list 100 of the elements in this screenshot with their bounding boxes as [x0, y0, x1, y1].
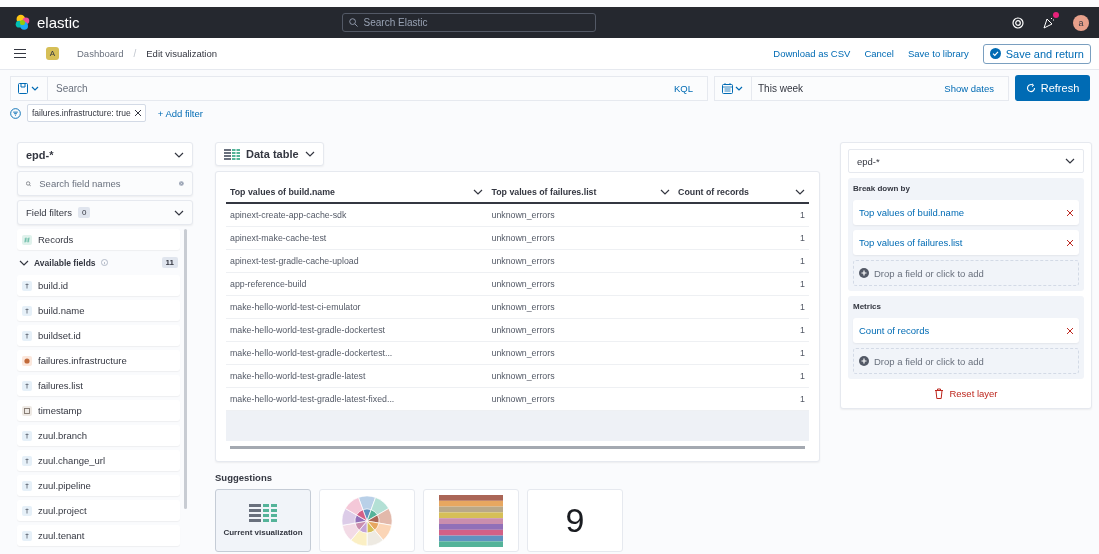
field-search-input[interactable]: Search field names — [37, 177, 174, 190]
field-filters-dropdown[interactable]: Field filters 0 — [17, 200, 193, 225]
field-item[interactable]: failures.infrastructure — [17, 350, 180, 371]
help-icon[interactable] — [1012, 16, 1024, 29]
table-cell: make-hello-world-test-gradle-latest-fixed... — [226, 387, 488, 411]
metric-value: 9 — [565, 501, 585, 540]
remove-icon[interactable] — [1067, 209, 1073, 216]
chevron-down-icon — [174, 209, 184, 216]
plus-icon — [859, 268, 869, 278]
stacked-bar-thumbnail — [439, 494, 503, 547]
section-title: Suggestions — [215, 472, 273, 483]
chevron-down-icon — [19, 259, 29, 266]
menu-icon[interactable] — [14, 49, 26, 58]
index-pattern-select[interactable]: epd-* — [17, 142, 193, 167]
string-type-icon — [22, 480, 32, 491]
info-icon — [100, 259, 108, 266]
suggestion-card[interactable]: Current visualization — [215, 489, 311, 552]
query-language-link[interactable]: KQL — [668, 81, 699, 95]
suggestion-card[interactable] — [423, 489, 519, 552]
suggestion-card[interactable]: 9 — [527, 489, 623, 552]
table-cell: 1 — [674, 295, 809, 319]
search-field[interactable]: Search Elastic — [341, 13, 596, 32]
string-type-icon — [22, 280, 32, 291]
field-item[interactable]: buildset.id — [17, 325, 180, 346]
field-item[interactable]: Records — [17, 229, 180, 250]
table-cell: make-hello-world-test-ci-emulator — [226, 295, 488, 319]
string-type-icon — [22, 430, 32, 441]
string-type-icon — [22, 505, 32, 516]
scrollbar[interactable] — [230, 446, 805, 449]
table-cell: unknown_errors — [487, 364, 675, 388]
search-icon — [26, 178, 32, 189]
section-title[interactable]: Available fields — [34, 257, 96, 268]
calendar-icon[interactable] — [722, 82, 744, 94]
elastic-logo-icon — [14, 14, 31, 31]
header-link[interactable]: Download as CSV — [773, 48, 851, 59]
breadcrumb[interactable]: Dashboard — [77, 48, 124, 59]
field-item[interactable]: build.id — [17, 275, 180, 296]
suggestion-card[interactable] — [319, 489, 415, 552]
header-link[interactable]: Cancel — [864, 48, 894, 59]
string-type-icon — [22, 530, 32, 541]
scrollbar[interactable] — [184, 229, 187, 509]
check-icon — [989, 48, 1001, 59]
query-bar[interactable]: Search KQL — [10, 75, 708, 101]
table-cell: unknown_errors — [487, 226, 675, 250]
group-title: Metrics — [853, 301, 882, 313]
table-cell: unknown_errors — [487, 387, 675, 411]
table-cell: 1 — [674, 272, 809, 296]
user-avatar[interactable]: a — [1073, 14, 1089, 31]
chart-type-dropdown[interactable]: Data table — [215, 142, 324, 166]
column-header[interactable]: Count of records — [674, 182, 809, 203]
save-and-return-button[interactable]: Save and return — [982, 43, 1091, 64]
close-icon[interactable] — [134, 110, 141, 116]
reset-layer-button[interactable]: Reset layer — [928, 387, 1004, 400]
add-field-button[interactable]: Drop a field or click to add — [853, 348, 1079, 374]
time-range: This week — [757, 82, 804, 94]
table-cell: 1 — [674, 226, 809, 250]
group-title: Break down by — [853, 183, 911, 195]
date-type-icon — [22, 405, 32, 416]
index-pattern-select[interactable]: epd-* — [848, 149, 1084, 173]
remove-icon[interactable] — [1067, 327, 1073, 334]
filter-icon[interactable] — [10, 107, 21, 119]
table-cell: unknown_errors — [487, 203, 675, 227]
add-filter-link[interactable]: + Add filter — [151, 106, 209, 120]
table-icon — [249, 504, 277, 522]
number-type-icon — [22, 234, 32, 245]
field-item[interactable]: timestamp — [17, 400, 180, 421]
chevron-down-icon — [174, 151, 184, 158]
field-item[interactable]: zuul.branch — [17, 425, 180, 446]
table-cell: unknown_errors — [487, 295, 675, 319]
saved-query-icon[interactable] — [18, 82, 40, 94]
field-item[interactable]: zuul.project — [17, 500, 180, 521]
string-type-icon — [22, 455, 32, 466]
add-field-button[interactable]: Drop a field or click to add — [853, 260, 1079, 286]
field-item[interactable]: failures.list — [17, 375, 180, 396]
show-dates-link[interactable]: Show dates — [938, 81, 1000, 95]
field-item[interactable]: build.name — [17, 300, 180, 321]
remove-icon[interactable] — [1067, 239, 1073, 246]
dimension-link[interactable]: Count of records — [859, 325, 930, 336]
sort-icon — [473, 189, 484, 195]
table-cell: apinext-create-app-cache-sdk — [226, 203, 488, 227]
field-item[interactable]: zuul.tenant — [17, 525, 180, 546]
column-header[interactable]: Top values of build.name — [226, 182, 488, 203]
plus-icon — [859, 356, 869, 366]
header-link[interactable]: Save to library — [908, 48, 969, 59]
filter-pill[interactable]: failures.infrastructure: true — [27, 104, 146, 122]
table-cell: app-reference-build — [226, 272, 488, 296]
refresh-button[interactable]: Refresh — [1015, 75, 1090, 101]
table-cell: 1 — [674, 341, 809, 365]
chevron-down-icon — [304, 151, 315, 157]
string-type-icon — [22, 330, 32, 341]
query-input[interactable]: Search — [48, 82, 668, 94]
table-cell: 1 — [674, 203, 809, 227]
field-search[interactable]: Search field names — [17, 171, 193, 196]
logo-text: elastic — [37, 14, 80, 31]
column-header[interactable]: Top values of failures.list — [487, 182, 675, 203]
field-item[interactable]: zuul.change_url — [17, 450, 180, 471]
space-avatar[interactable]: A — [46, 47, 59, 60]
field-item[interactable]: zuul.pipeline — [17, 475, 180, 496]
table-cell: make-hello-world-test-gradle-dockertest... — [226, 341, 488, 365]
trash-icon — [934, 388, 945, 399]
